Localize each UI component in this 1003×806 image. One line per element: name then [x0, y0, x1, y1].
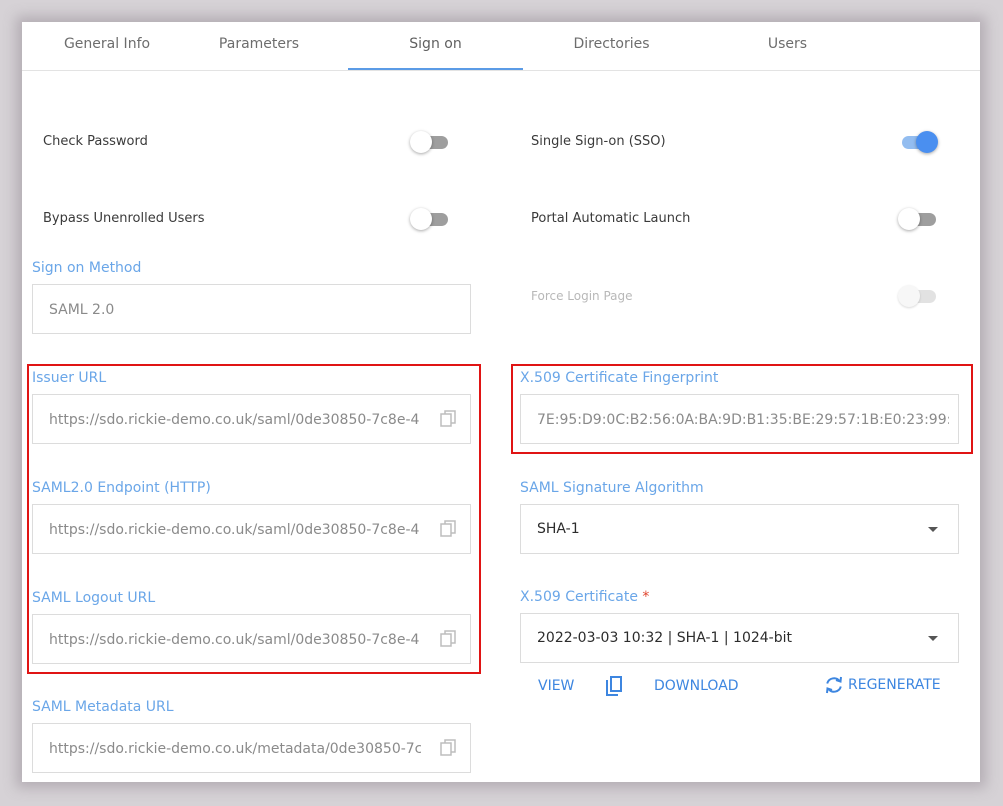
- view-button[interactable]: VIEW: [538, 678, 574, 694]
- tab-bar: General Info Parameters Sign on Director…: [22, 22, 980, 71]
- refresh-icon[interactable]: [824, 675, 844, 695]
- app-window: General Info Parameters Sign on Director…: [22, 22, 980, 782]
- sign-on-method-input[interactable]: [49, 300, 449, 320]
- portal-auto-launch-label: Portal Automatic Launch: [531, 211, 691, 226]
- signature-algorithm-label: SAML Signature Algorithm: [520, 480, 704, 496]
- bypass-unenrolled-label: Bypass Unenrolled Users: [43, 211, 205, 226]
- force-login-toggle: [898, 284, 938, 308]
- copy-icon[interactable]: [604, 675, 624, 697]
- certificate-select[interactable]: 2022-03-03 10:32 | SHA-1 | 1024-bit: [520, 613, 959, 663]
- signature-algorithm-select[interactable]: SHA-1: [520, 504, 959, 554]
- download-button[interactable]: DOWNLOAD: [654, 678, 739, 694]
- force-login-label: Force Login Page: [531, 289, 633, 303]
- check-password-toggle[interactable]: [410, 130, 450, 154]
- signature-algorithm-value: SHA-1: [537, 521, 580, 537]
- chevron-down-icon[interactable]: [928, 527, 938, 532]
- tab-general-info[interactable]: General Info: [22, 22, 192, 70]
- bypass-unenrolled-toggle[interactable]: [410, 207, 450, 231]
- required-mark: *: [642, 589, 650, 605]
- tab-parameters[interactable]: Parameters: [174, 22, 344, 70]
- saml-metadata-field[interactable]: [32, 723, 471, 773]
- chevron-down-icon[interactable]: [928, 636, 938, 641]
- regenerate-button[interactable]: REGENERATE: [848, 677, 941, 693]
- tab-sign-on[interactable]: Sign on: [348, 22, 523, 70]
- copy-icon[interactable]: [440, 739, 456, 757]
- certificate-value: 2022-03-03 10:32 | SHA-1 | 1024-bit: [537, 630, 792, 646]
- sign-on-method-label: Sign on Method: [32, 260, 142, 276]
- saml-metadata-label: SAML Metadata URL: [32, 699, 174, 715]
- highlight-box-fingerprint: [511, 364, 973, 454]
- sso-toggle[interactable]: [898, 130, 938, 154]
- certificate-label-text: X.509 Certificate: [520, 589, 638, 605]
- tab-directories[interactable]: Directories: [524, 22, 699, 70]
- tab-users[interactable]: Users: [700, 22, 875, 70]
- portal-auto-launch-toggle[interactable]: [898, 207, 938, 231]
- check-password-label: Check Password: [43, 134, 148, 149]
- sso-label: Single Sign-on (SSO): [531, 134, 666, 149]
- saml-metadata-input[interactable]: [49, 739, 421, 759]
- sign-on-method-field[interactable]: [32, 284, 471, 334]
- certificate-label: X.509 Certificate *: [520, 589, 649, 605]
- highlight-box-urls: [27, 364, 481, 674]
